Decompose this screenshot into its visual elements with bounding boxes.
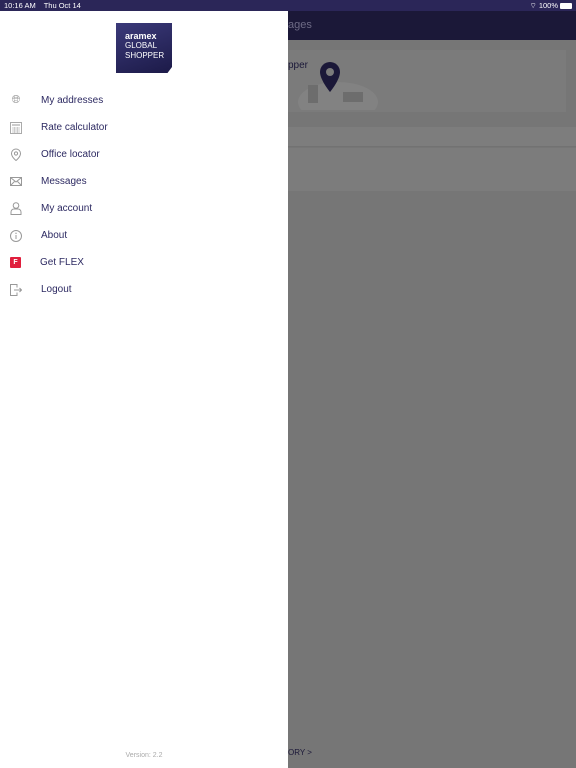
battery-icon: [560, 3, 572, 10]
menu-item-messages[interactable]: Messages: [0, 168, 288, 195]
background-footer-link: ORY >: [288, 748, 312, 757]
map-illustration-icon: [298, 62, 378, 110]
background-row: [288, 127, 576, 147]
menu-item-my-account[interactable]: My account: [0, 195, 288, 222]
wifi-icon: ⌔: [529, 1, 537, 10]
envelope-icon: [10, 176, 22, 188]
location-pin-icon: [10, 148, 22, 161]
status-date: Thu Oct 14: [43, 1, 81, 10]
status-time: 10:16 AM: [4, 1, 36, 10]
menu-item-rate-calculator[interactable]: Rate calculator: [0, 114, 288, 141]
menu-item-get-flex[interactable]: F Get FLEX: [0, 249, 288, 276]
version-label: Version: 2.2: [125, 752, 163, 759]
dimmed-background[interactable]: ages pper ORY >: [288, 11, 576, 768]
menu-item-office-locator[interactable]: Office locator: [0, 141, 288, 168]
background-row: [288, 148, 576, 191]
logout-icon: [10, 283, 22, 296]
background-header: ages: [288, 11, 576, 40]
info-icon: [10, 229, 22, 242]
menu-item-logout[interactable]: Logout: [0, 276, 288, 303]
drawer-menu: 🌐︎ My addresses Rate calculator Office lo…: [0, 87, 288, 303]
status-bar: 10:16 AM Thu Oct 14 ⌔ 100%: [0, 0, 576, 11]
menu-item-my-addresses[interactable]: 🌐︎ My addresses: [0, 87, 288, 114]
background-card: pper: [288, 50, 566, 112]
flex-icon: F: [10, 257, 21, 268]
user-icon: [10, 202, 22, 215]
battery-percent: 100%: [538, 1, 558, 10]
navigation-drawer: aramex GLOBAL SHOPPER 🌐︎ My addresses Rate …: [0, 11, 288, 768]
menu-item-about[interactable]: About: [0, 222, 288, 249]
calculator-icon: [10, 121, 22, 134]
aramex-global-shopper-logo: aramex GLOBAL SHOPPER: [116, 23, 172, 73]
globe-icon: 🌐︎: [11, 94, 21, 106]
